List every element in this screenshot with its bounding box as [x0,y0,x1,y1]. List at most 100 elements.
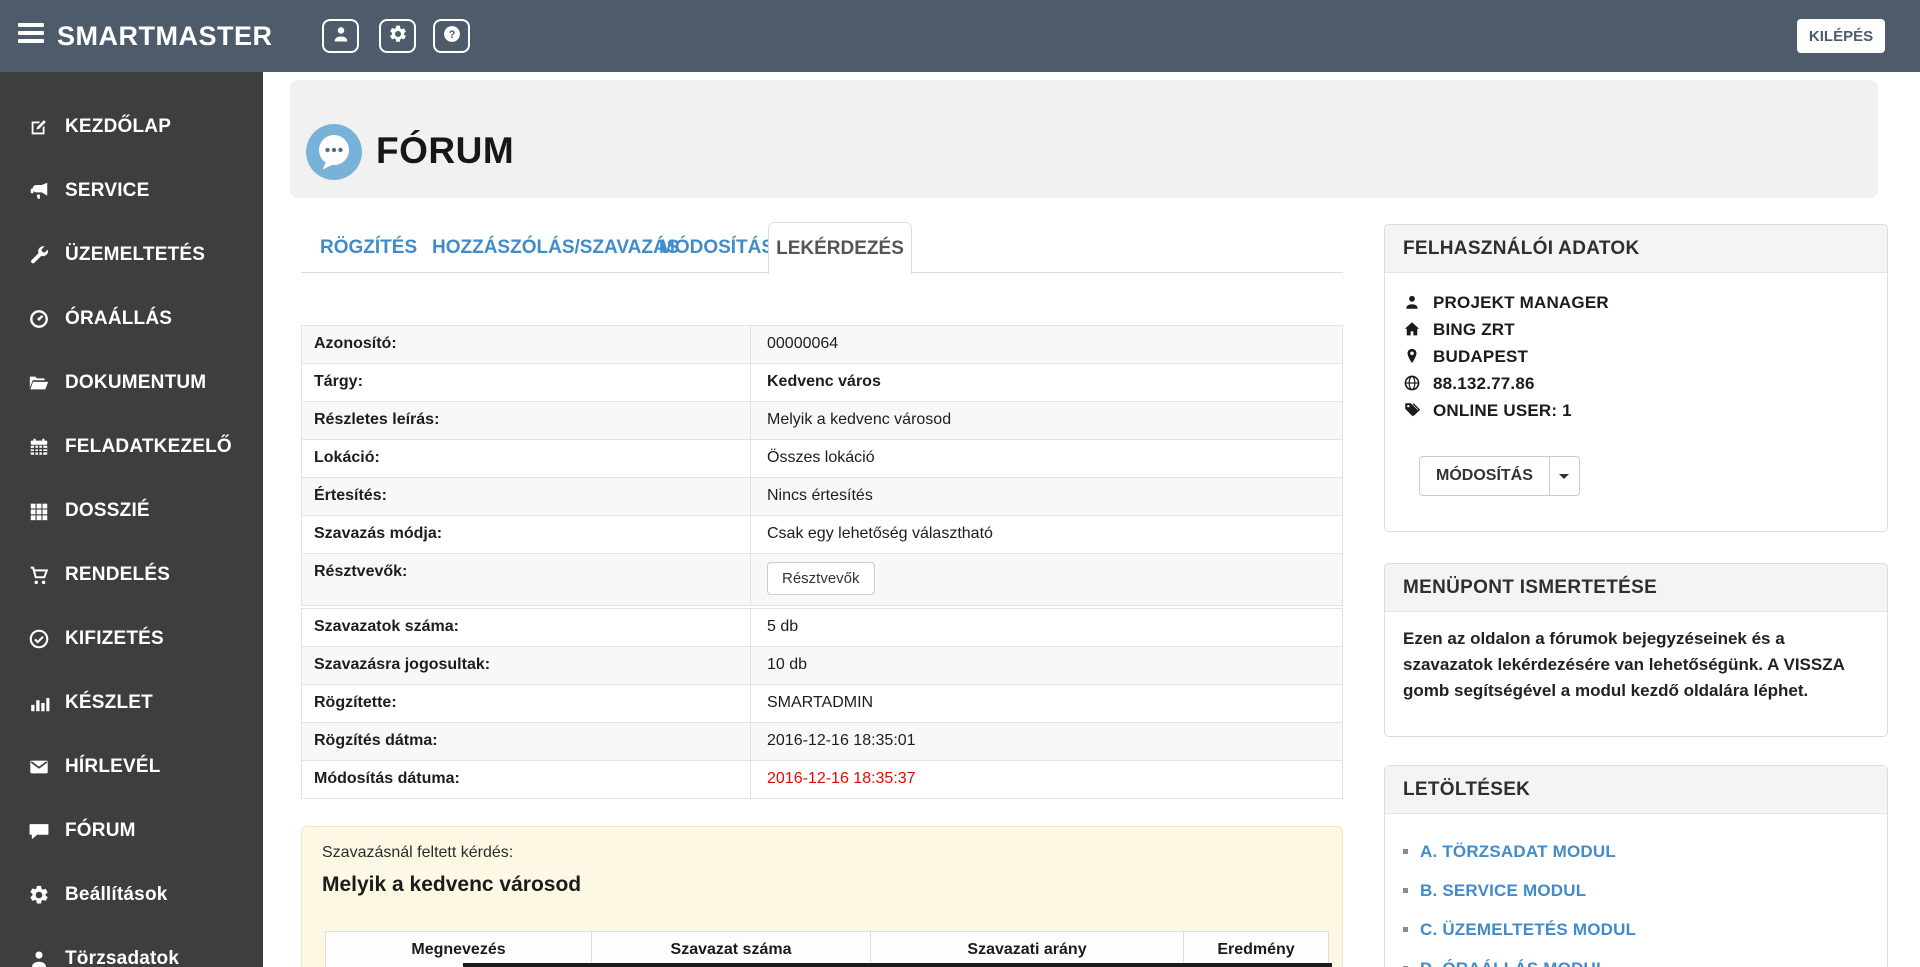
modify-button[interactable]: MÓDOSÍTÁS [1419,456,1550,496]
list-item: BUDAPEST [1403,343,1609,370]
list-item: 88.132.77.86 [1403,370,1609,397]
table-row: Lokáció: Összes lokáció [302,440,1342,478]
tags-icon [1403,401,1423,421]
sidebar-item-forum[interactable]: FÓRUM [0,799,263,863]
download-link[interactable]: A. TÖRZSADAT MODUL [1420,842,1616,862]
modify-dropdown-toggle[interactable] [1549,456,1580,496]
tab-modositas[interactable]: MÓDOSÍTÁS [659,222,774,273]
sidebar-nav: KEZDŐLAP SERVICE ÜZEMELTETÉS ÓRAÁLLÁS DO… [0,72,263,967]
tab-lekerdezes-active[interactable]: LEKÉRDEZÉS [768,222,912,274]
poll-column-header: Megnevezés [325,931,591,967]
sidebar-item-beallitasok[interactable]: Beállítások [0,863,263,927]
online-users: ONLINE USER: 1 [1433,400,1572,420]
logout-button[interactable]: KILÉPÉS [1797,19,1885,53]
row-label: Értesítés: [302,478,751,515]
table-row: Értesítés: Nincs értesítés [302,478,1342,516]
cart-icon [28,564,50,586]
menu-info-panel: MENÜPONT ISMERTETÉSE Ezen az oldalon a f… [1384,563,1888,737]
sidebar-item-label: Beállítások [65,884,168,905]
tab-hozzaszolas-szavazas[interactable]: HOZZÁSZÓLÁS/SZAVAZÁS [432,222,679,273]
table-row: Részletes leírás: Melyik a kedvenc város… [302,402,1342,440]
help-button[interactable]: ? [433,19,470,53]
comment-icon [28,820,50,842]
row-value-modified-date: 2016-12-16 18:35:37 [767,770,916,787]
table-row: Szavazatok száma: 5 db [302,609,1342,647]
settings-button[interactable] [379,19,416,53]
downloads-panel: LETÖLTÉSEK A. TÖRZSADAT MODUL B. SERVICE… [1384,765,1888,967]
sidebar-item-label: FÓRUM [65,820,136,841]
row-value: Melyik a kedvenc városod [767,411,952,428]
envelope-icon [28,756,50,778]
row-value: 5 db [767,618,799,635]
row-label: Szavazás módja: [302,516,751,553]
poll-question-label: Szavazásnál feltett kérdés: [322,844,514,861]
calendar-icon [28,436,50,458]
company-name: BING ZRT [1433,319,1515,339]
check-circle-icon [28,628,50,650]
table-row: Rögzítés dátma: 2016-12-16 18:35:01 [302,723,1342,761]
page-header: FÓRUM [290,80,1878,198]
row-value: 00000064 [767,335,839,352]
sidebar-item-dokumentum[interactable]: DOKUMENTUM [0,351,263,415]
poll-column-header: Szavazati arány [870,931,1183,967]
sidebar-item-label: KÉSZLET [65,692,153,713]
download-link-item[interactable]: B. SERVICE MODUL [1403,871,1636,910]
hamburger-menu-icon[interactable] [18,23,44,49]
download-link[interactable]: B. SERVICE MODUL [1420,881,1586,901]
sidebar-item-uzemeltetes[interactable]: ÜZEMELTETÉS [0,223,263,287]
bullhorn-icon [28,180,50,202]
tab-rogzites[interactable]: RÖGZÍTÉS [320,222,417,273]
sidebar-item-kifizetes[interactable]: KIFIZETÉS [0,607,263,671]
download-link[interactable]: C. ÜZEMELTETÉS MODUL [1420,920,1636,940]
bar-chart-icon [28,692,50,714]
row-value: Csak egy lehetőség választható [767,525,993,542]
home-icon [1403,320,1423,340]
sidebar-item-dosszie[interactable]: DOSSZIÉ [0,479,263,543]
gear-icon [28,884,50,906]
pencil-square-icon [28,116,50,138]
sidebar-item-keszlet[interactable]: KÉSZLET [0,671,263,735]
sidebar-item-rendeles[interactable]: RENDELÉS [0,543,263,607]
poll-panel: Szavazásnál feltett kérdés: Melyik a ked… [301,826,1343,967]
participants-button[interactable]: Résztvevők [767,562,875,595]
sidebar-item-feladatkezelo[interactable]: FELADATKEZELŐ [0,415,263,479]
download-link-item[interactable]: C. ÜZEMELTETÉS MODUL [1403,910,1636,949]
sidebar-item-service[interactable]: SERVICE [0,159,263,223]
poll-results-table: Megnevezés Szavazat száma Szavazati arán… [325,931,1329,967]
sidebar-item-torzsadatok[interactable]: Törzsadatok [0,927,263,967]
grid-icon [28,500,50,522]
user-icon [1403,293,1423,313]
row-value: 10 db [767,656,808,673]
table-row: Módosítás dátuma: 2016-12-16 18:35:37 [302,761,1342,799]
user-data-panel: FELHASZNÁLÓI ADATOK PROJEKT MANAGER BING… [1384,224,1888,532]
list-item: BING ZRT [1403,316,1609,343]
sidebar-item-oraallas[interactable]: ÓRAÁLLÁS [0,287,263,351]
row-label: Rögzítette: [302,685,751,722]
application-window: SMARTMASTER ? KILÉPÉS KEZDŐLAP SERVICE Ü… [0,0,1920,967]
row-value: SMARTADMIN [767,694,874,711]
download-link-item[interactable]: D. ÓRAÁLLÁS MODUL [1403,949,1636,967]
page-title: FÓRUM [376,130,515,171]
row-label: Lokáció: [302,440,751,477]
globe-icon [1403,374,1423,394]
svg-text:?: ? [448,28,455,40]
brand-title: SMARTMASTER [57,21,273,51]
row-label: Szavazásra jogosultak: [302,647,751,684]
sidebar-item-hirlevel[interactable]: HÍRLEVÉL [0,735,263,799]
sidebar-item-kezdolap[interactable]: KEZDŐLAP [0,95,263,159]
sidebar-item-label: DOSSZIÉ [65,500,150,521]
folder-open-icon [28,372,50,394]
table-row: Azonosító: 00000064 [302,326,1342,364]
download-link-item[interactable]: A. TÖRZSADAT MODUL [1403,832,1636,871]
user-icon [28,948,50,967]
row-label: Azonosító: [302,326,751,363]
row-value: Nincs értesítés [767,487,873,504]
user-button[interactable] [322,19,359,53]
bullet-icon [1403,927,1408,932]
row-label: Tárgy: [302,364,751,401]
bullet-icon [1403,849,1408,854]
sidebar-item-label: Törzsadatok [65,948,180,967]
download-link[interactable]: D. ÓRAÁLLÁS MODUL [1420,959,1607,967]
table-row: Résztvevők: Résztvevők [302,554,1342,606]
chevron-down-icon [1559,473,1570,479]
